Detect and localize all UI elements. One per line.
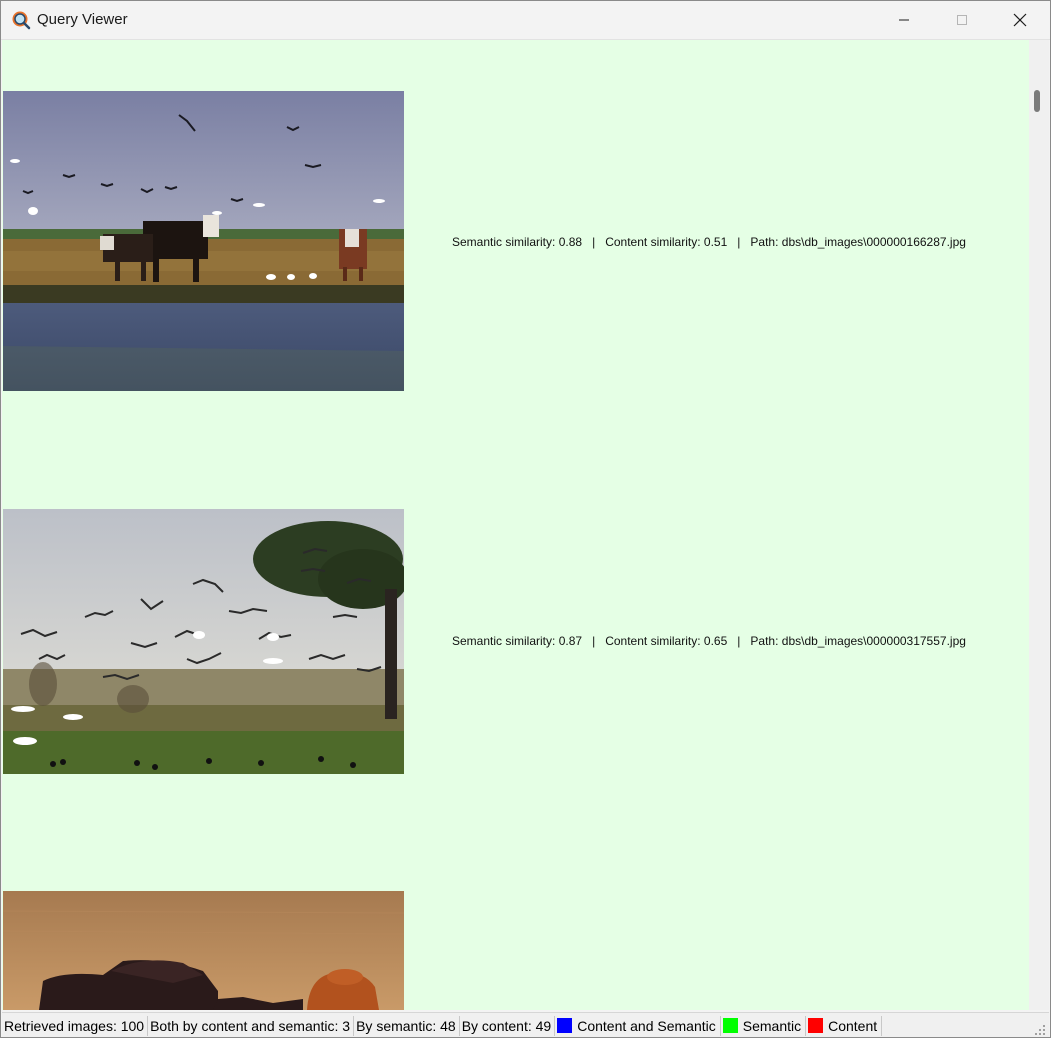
- minimize-icon: [899, 19, 909, 21]
- content-similarity: Content similarity: 0.65: [605, 634, 728, 648]
- content-similarity: Content similarity: 0.51: [605, 235, 728, 249]
- maximize-button: [933, 1, 991, 39]
- separator: |: [737, 235, 741, 249]
- result-row: Semantic similarity: 0.88 | Content simi…: [2, 91, 1029, 391]
- legend-label: Content: [828, 1017, 878, 1034]
- semantic-similarity: Semantic similarity: 0.88: [452, 235, 583, 249]
- result-image-storks-tree[interactable]: [3, 509, 404, 774]
- result-image-cattle-field[interactable]: [3, 891, 404, 1010]
- result-image-cattle-birds[interactable]: [3, 91, 404, 391]
- status-content-count: By content: 49: [460, 1015, 556, 1036]
- legend-swatch-red: [808, 1018, 824, 1033]
- status-retrieved-count: Retrieved images: 100: [2, 1015, 149, 1036]
- close-button[interactable]: [991, 1, 1049, 39]
- legend-label: Content and Semantic: [577, 1017, 716, 1034]
- legend-content: Content: [806, 1015, 883, 1036]
- legend-swatch-blue: [557, 1018, 573, 1033]
- legend-label: Semantic: [742, 1017, 802, 1034]
- results-list[interactable]: Semantic similarity: 0.88 | Content simi…: [2, 40, 1029, 1010]
- app-magnifier-icon: [11, 10, 31, 30]
- legend-semantic: Semantic: [721, 1015, 807, 1036]
- image-path: Path: dbs\db_images\000000166287.jpg: [750, 235, 966, 249]
- query-viewer-window: Query Viewer Semantic similarity: 0.88 |…: [0, 0, 1051, 1038]
- result-row: [2, 891, 1029, 1010]
- status-semantic-count: By semantic: 48: [354, 1015, 460, 1036]
- vertical-scrollbar[interactable]: [1029, 40, 1049, 1010]
- close-icon: [1013, 13, 1027, 27]
- status-bar: Retrieved images: 100 Both by content an…: [2, 1012, 1049, 1037]
- result-info: Semantic similarity: 0.87 | Content simi…: [452, 634, 966, 648]
- title-bar[interactable]: Query Viewer: [1, 1, 1050, 40]
- legend-swatch-green: [722, 1018, 738, 1033]
- result-info: Semantic similarity: 0.88 | Content simi…: [452, 235, 966, 249]
- separator: |: [592, 235, 596, 249]
- scrollbar-thumb[interactable]: [1034, 90, 1040, 112]
- minimize-button[interactable]: [875, 1, 933, 39]
- resize-grip-icon[interactable]: [1034, 1023, 1046, 1035]
- legend-content-and-semantic: Content and Semantic: [555, 1015, 721, 1036]
- result-row: Semantic similarity: 0.87 | Content simi…: [2, 509, 1029, 774]
- maximize-icon: [957, 15, 967, 25]
- image-path: Path: dbs\db_images\000000317557.jpg: [750, 634, 966, 648]
- separator: |: [737, 634, 741, 648]
- status-both-count: Both by content and semantic: 3: [148, 1015, 355, 1036]
- semantic-similarity: Semantic similarity: 0.87: [452, 634, 583, 648]
- window-title: Query Viewer: [37, 11, 128, 28]
- separator: |: [592, 634, 596, 648]
